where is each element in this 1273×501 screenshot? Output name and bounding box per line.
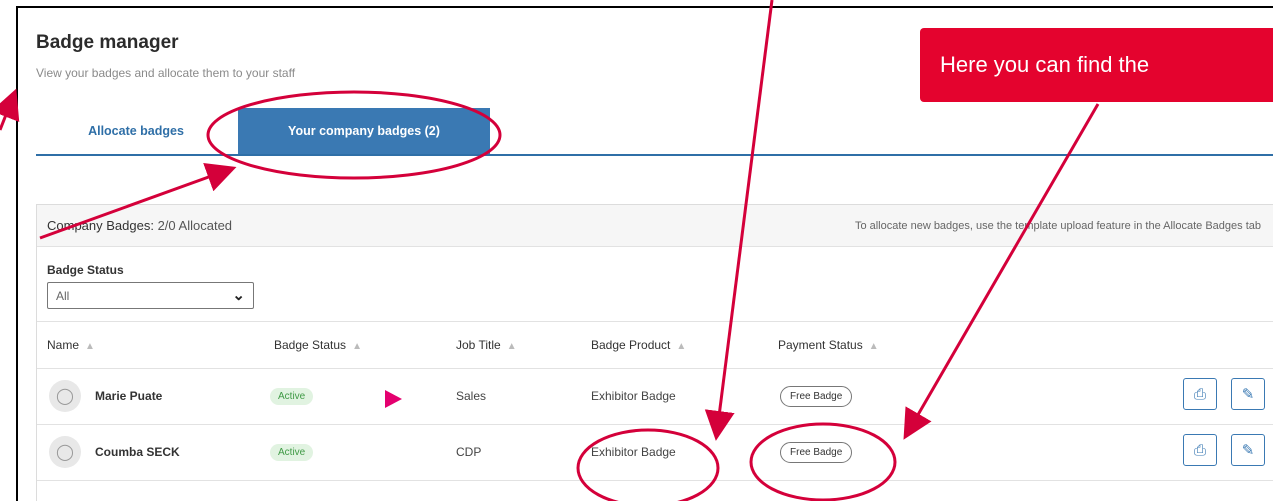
user-icon: ◯ — [49, 436, 81, 468]
badges-table: Name ▲︎ Badge Status ▲︎ Job Title ▲︎ Badge … — [37, 321, 1273, 481]
print-button[interactable]: ⎙ — [1183, 378, 1217, 410]
job-title: CDP — [456, 445, 482, 459]
page-subtitle: View your badges and allocate them to yo… — [36, 66, 296, 80]
pencil-icon: ✎ — [1241, 442, 1255, 459]
badge-status-selected: All — [56, 289, 70, 303]
column-header-payment-status[interactable]: Payment Status ▲︎ — [778, 338, 879, 352]
payment-status-badge: Free Badge — [780, 386, 853, 407]
page-title: Badge manager — [36, 32, 179, 53]
table-row: ◯ Marie Puate Active Sales Exhibitor Bad… — [37, 369, 1273, 425]
sort-icon: ▲︎ — [676, 341, 687, 352]
sort-icon: ▲︎ — [868, 341, 879, 352]
print-icon: ⎙ — [1193, 385, 1206, 403]
user-icon: ◯ — [49, 380, 81, 412]
payment-status-badge: Free Badge — [780, 442, 853, 463]
badge-status-filter-label: Badge Status — [47, 263, 124, 277]
chevron-down-icon: ⌄ — [232, 287, 245, 304]
tab-company-badges[interactable]: Your company badges (2) — [238, 108, 490, 154]
pencil-icon: ✎ — [1241, 386, 1255, 403]
annotation-callout: Here you can find the — [920, 28, 1273, 102]
edit-button[interactable]: ✎ — [1231, 378, 1265, 410]
status-badge: Active — [270, 388, 314, 405]
sort-icon: ▲︎ — [85, 341, 95, 352]
allocated-count: 2/0 Allocated — [157, 218, 233, 233]
column-header-badge-status[interactable]: Badge Status ▲︎ — [274, 338, 362, 352]
badge-holder-name: Marie Puate — [95, 389, 163, 403]
print-button[interactable]: ⎙ — [1183, 434, 1217, 466]
table-row: ◯ Coumba SECK Active CDP Exhibitor Badge… — [37, 425, 1273, 481]
allocate-hint: To allocate new badges, use the template… — [854, 220, 1261, 232]
status-badge: Active — [270, 444, 314, 461]
badge-product: Exhibitor Badge — [591, 445, 676, 459]
tab-bar: Allocate badges Your company badges (2) — [36, 108, 1273, 156]
badge-status-select[interactable]: All ⌄ — [47, 282, 254, 309]
column-header-name[interactable]: Name ▲︎ — [47, 338, 95, 352]
column-header-badge-product[interactable]: Badge Product ▲︎ — [591, 338, 686, 352]
tab-allocate-badges[interactable]: Allocate badges — [36, 108, 236, 154]
panel-header: Company Badges: 2/0 Allocated To allocat… — [37, 205, 1273, 247]
sort-icon: ▲︎ — [506, 341, 517, 352]
panel-title-label: Company Badges: — [47, 218, 154, 233]
company-badges-panel: Company Badges: 2/0 Allocated To allocat… — [36, 204, 1273, 501]
badge-product: Exhibitor Badge — [591, 389, 676, 403]
table-header: Name ▲︎ Badge Status ▲︎ Job Title ▲︎ Badge … — [37, 321, 1273, 369]
annotation-arrow-left — [0, 88, 20, 131]
panel-title: Company Badges: 2/0 Allocated — [47, 218, 232, 233]
print-icon: ⎙ — [1193, 441, 1206, 459]
edit-button[interactable]: ✎ — [1231, 434, 1265, 466]
sort-icon: ▲︎ — [352, 341, 362, 352]
column-header-job-title[interactable]: Job Title ▲︎ — [456, 338, 517, 352]
job-title: Sales — [456, 389, 487, 403]
badge-holder-name: Coumba SECK — [95, 445, 180, 459]
